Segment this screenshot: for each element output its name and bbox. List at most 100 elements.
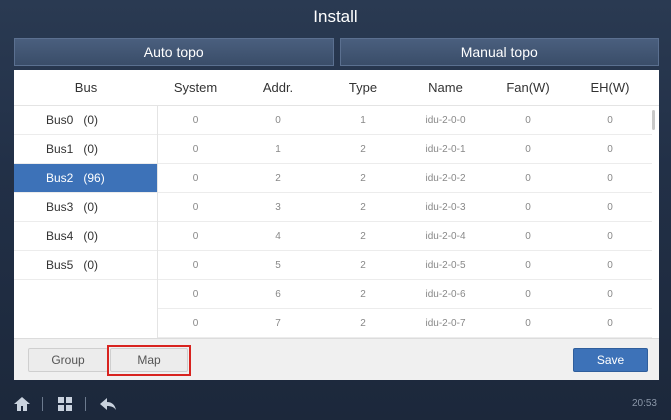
type-cell: 2 — [360, 143, 366, 155]
bus-name: Bus3 — [46, 200, 74, 214]
title-bar: Install — [0, 0, 671, 34]
system-cell: 0 — [192, 230, 199, 242]
topology-panel: Bus System Addr. Type Name Fan(W) EH(W) … — [14, 70, 659, 380]
name-cell: idu-2-0-3 — [425, 201, 466, 213]
table-row[interactable]: 0 7 2 idu-2-0-7 0 0 — [158, 309, 652, 338]
table-scrollbar[interactable] — [652, 110, 655, 130]
type-cell: 2 — [360, 172, 366, 184]
eh-cell: 0 — [607, 259, 613, 271]
bus-count: (96) — [83, 171, 105, 185]
table-header: Bus System Addr. Type Name Fan(W) EH(W) — [14, 70, 659, 106]
addr-cell: 4 — [275, 230, 281, 242]
addr-cell: 2 — [275, 172, 281, 184]
bus-item-4[interactable]: Bus4 (0) — [14, 222, 157, 251]
eh-cell: 0 — [607, 114, 613, 126]
fan-cell: 0 — [525, 114, 531, 126]
bus-name: Bus2 — [46, 171, 74, 185]
addr-cell: 1 — [275, 143, 281, 155]
name-cell: idu-2-0-7 — [425, 317, 466, 329]
bottom-nav-bar: 20:53 — [0, 388, 671, 420]
addr-cell: 6 — [275, 288, 281, 300]
name-cell: idu-2-0-4 — [425, 230, 466, 242]
bus-item-3[interactable]: Bus3 (0) — [14, 193, 157, 222]
system-cell: 0 — [192, 288, 199, 300]
table-row[interactable]: 0 4 2 idu-2-0-4 0 0 — [158, 222, 652, 251]
type-cell: 2 — [360, 259, 366, 271]
tab-auto-topo[interactable]: Auto topo — [14, 38, 334, 66]
fan-cell: 0 — [525, 143, 531, 155]
column-header-system: System — [173, 80, 218, 95]
eh-cell: 0 — [607, 143, 613, 155]
table-row[interactable]: 0 1 2 idu-2-0-1 0 0 — [158, 135, 652, 164]
column-header-type: Type — [348, 80, 378, 95]
eh-cell: 0 — [607, 230, 613, 242]
name-cell: idu-2-0-5 — [425, 259, 466, 271]
bus-name: Bus0 — [46, 113, 74, 127]
home-icon[interactable] — [12, 394, 32, 414]
unit-table[interactable]: 0 0 1 idu-2-0-0 0 0 0 1 2 idu-2-0-1 0 0 … — [158, 106, 652, 338]
addr-cell: 0 — [275, 114, 281, 126]
bus-count: (0) — [83, 258, 99, 272]
bus-list: Bus0 (0) Bus1 (0) Bus2 (96) Bus3 (0) Bus… — [14, 106, 158, 338]
table-row[interactable]: 0 3 2 idu-2-0-3 0 0 — [158, 193, 652, 222]
system-cell: 0 — [192, 114, 199, 126]
table-row[interactable]: 0 0 1 idu-2-0-0 0 0 — [158, 106, 652, 135]
table-row[interactable]: 0 6 2 idu-2-0-6 0 0 — [158, 280, 652, 309]
addr-cell: 7 — [275, 317, 281, 329]
eh-cell: 0 — [607, 201, 613, 213]
bus-item-5[interactable]: Bus5 (0) — [14, 251, 157, 280]
tab-manual-topo[interactable]: Manual topo — [339, 38, 659, 66]
nav-separator — [42, 397, 43, 411]
eh-cell: 0 — [607, 317, 613, 329]
name-cell: idu-2-0-2 — [425, 172, 466, 184]
action-footer: Group Map Save — [14, 338, 659, 380]
name-cell: idu-2-0-6 — [425, 288, 466, 300]
system-cell: 0 — [192, 317, 199, 329]
bus-name: Bus1 — [46, 142, 74, 156]
system-cell: 0 — [192, 201, 199, 213]
system-cell: 0 — [192, 172, 199, 184]
fan-cell: 0 — [525, 259, 531, 271]
table-row[interactable]: 0 5 2 idu-2-0-5 0 0 — [158, 251, 652, 280]
bus-item-1[interactable]: Bus1 (0) — [14, 135, 157, 164]
topo-tabs: Auto topo Manual topo — [14, 38, 659, 66]
addr-cell: 3 — [275, 201, 281, 213]
type-cell: 2 — [360, 201, 366, 213]
bus-item-0[interactable]: Bus0 (0) — [14, 106, 157, 135]
fan-cell: 0 — [525, 317, 531, 329]
clock: 20:53 — [631, 398, 657, 409]
type-cell: 2 — [360, 317, 366, 329]
grid-icon[interactable] — [55, 394, 75, 414]
type-cell: 1 — [360, 114, 366, 126]
name-cell: idu-2-0-1 — [425, 143, 466, 155]
group-button[interactable]: Group — [28, 348, 108, 372]
column-header-fan: Fan(W) — [506, 80, 550, 95]
column-header-addr: Addr. — [262, 80, 294, 95]
bus-name: Bus4 — [46, 229, 74, 243]
system-cell: 0 — [192, 143, 199, 155]
column-header-bus: Bus — [74, 80, 98, 95]
fan-cell: 0 — [525, 230, 531, 242]
install-screen: Install Auto topo Manual topo Bus System… — [0, 0, 671, 420]
type-cell: 2 — [360, 230, 366, 242]
type-cell: 2 — [360, 288, 366, 300]
bus-count: (0) — [83, 229, 99, 243]
back-icon[interactable] — [98, 394, 118, 414]
system-cell: 0 — [192, 259, 199, 271]
save-button[interactable]: Save — [573, 348, 648, 372]
fan-cell: 0 — [525, 201, 531, 213]
name-cell: idu-2-0-0 — [425, 114, 466, 126]
fan-cell: 0 — [525, 288, 531, 300]
column-header-name: Name — [428, 80, 463, 95]
page-title: Install — [313, 7, 358, 26]
eh-cell: 0 — [607, 288, 613, 300]
nav-separator — [85, 397, 86, 411]
fan-cell: 0 — [525, 172, 531, 184]
column-header-eh: EH(W) — [590, 80, 630, 95]
eh-cell: 0 — [607, 172, 613, 184]
map-button-highlight — [107, 345, 191, 376]
bus-item-2[interactable]: Bus2 (96) — [14, 164, 157, 193]
bus-count: (0) — [83, 113, 99, 127]
bus-count: (0) — [83, 142, 99, 156]
table-row[interactable]: 0 2 2 idu-2-0-2 0 0 — [158, 164, 652, 193]
